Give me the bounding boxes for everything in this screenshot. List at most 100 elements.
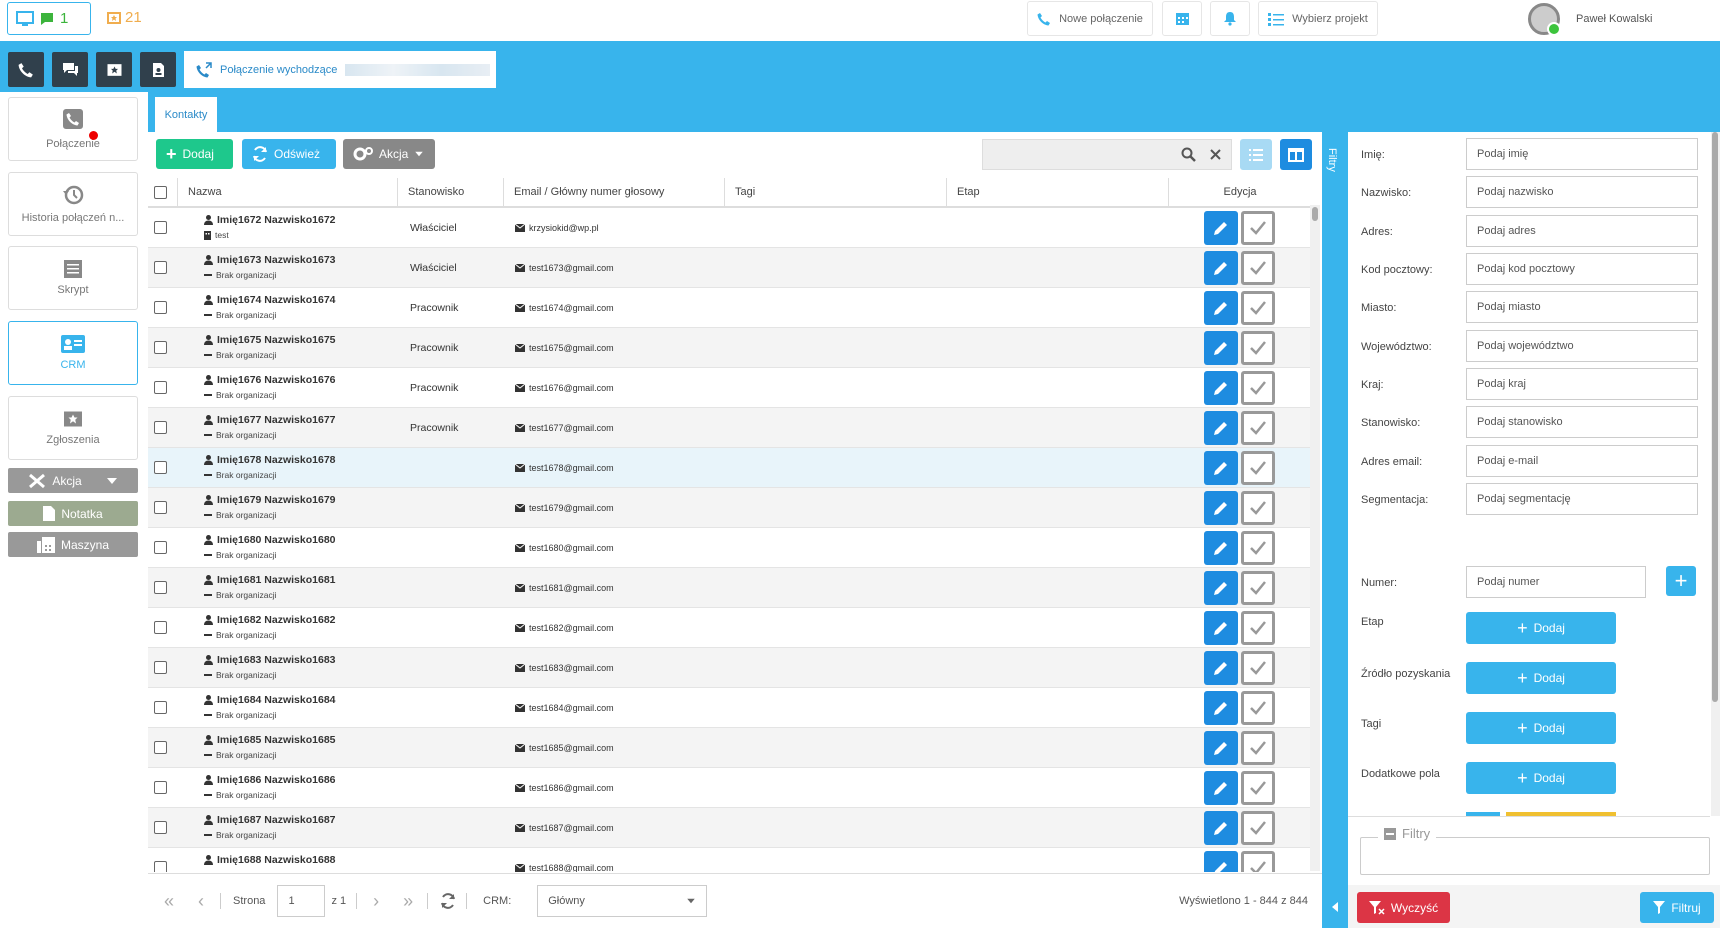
add-source-button[interactable]: + Dodaj <box>1466 662 1616 694</box>
sidebar-item-historia[interactable]: Historia połączeń n... <box>8 172 138 236</box>
contact-name[interactable]: Imię1687 Nazwisko1687 <box>217 814 336 826</box>
row-checkbox[interactable] <box>154 221 167 234</box>
filter-input[interactable]: Podaj kod pocztowy <box>1466 253 1698 285</box>
select-task-button[interactable] <box>1241 291 1275 325</box>
edit-button[interactable] <box>1204 331 1238 365</box>
select-task-button[interactable] <box>1241 611 1275 645</box>
contact-name[interactable]: Imię1674 Nazwisko1674 <box>217 294 336 306</box>
tickets-indicator[interactable]: 21 <box>107 9 142 26</box>
phone-tab-button[interactable] <box>8 52 44 87</box>
contact-card-tab-button[interactable] <box>140 52 176 87</box>
edit-button[interactable] <box>1204 211 1238 245</box>
crm-select[interactable]: Główny <box>537 885 708 917</box>
edit-button[interactable] <box>1204 731 1238 765</box>
filter-input[interactable]: Podaj województwo <box>1466 330 1698 362</box>
row-checkbox[interactable] <box>154 821 167 834</box>
search-icon[interactable] <box>1181 147 1196 162</box>
table-row[interactable]: Imię1674 Nazwisko1674 Brak organizacji Pra… <box>148 288 1312 328</box>
new-call-button[interactable]: Nowe połączenie <box>1027 1 1153 36</box>
table-row[interactable]: Imię1679 Nazwisko1679 Brak organizacji tes… <box>148 488 1312 528</box>
add-tag-button[interactable]: + Dodaj <box>1466 712 1616 744</box>
row-checkbox[interactable] <box>154 301 167 314</box>
edit-button[interactable] <box>1204 451 1238 485</box>
close-icon[interactable] <box>1210 149 1221 160</box>
table-row[interactable]: Imię1688 Nazwisko1688 test1688@gmail.com <box>148 848 1312 872</box>
filter-input-numer[interactable]: Podaj numer <box>1466 566 1646 598</box>
select-task-button[interactable] <box>1241 411 1275 445</box>
table-row[interactable]: Imię1677 Nazwisko1677 Brak organizacji Pra… <box>148 408 1312 448</box>
select-task-button[interactable] <box>1241 691 1275 725</box>
calendar-button[interactable] <box>1162 1 1202 36</box>
first-page-icon[interactable]: « <box>164 891 174 912</box>
filter-input[interactable]: Podaj e-mail <box>1466 445 1698 477</box>
contact-name[interactable]: Imię1679 Nazwisko1679 <box>217 494 336 506</box>
select-task-button[interactable] <box>1241 211 1275 245</box>
contact-name[interactable]: Imię1677 Nazwisko1677 <box>217 414 336 426</box>
add-stage-button[interactable]: + Dodaj <box>1466 612 1616 644</box>
row-checkbox[interactable] <box>154 341 167 354</box>
row-checkbox[interactable] <box>154 461 167 474</box>
contact-name[interactable]: Imię1685 Nazwisko1685 <box>217 734 336 746</box>
edit-button[interactable] <box>1204 371 1238 405</box>
apply-filters-button[interactable]: Filtruj <box>1640 892 1714 923</box>
column-header-stage[interactable]: Etap <box>947 178 1169 206</box>
table-row[interactable]: Imię1687 Nazwisko1687 Brak organizacji tes… <box>148 808 1312 848</box>
select-task-button[interactable] <box>1241 371 1275 405</box>
row-checkbox[interactable] <box>154 741 167 754</box>
grid-view-button[interactable] <box>1280 139 1312 170</box>
column-header-tags[interactable]: Tagi <box>725 178 947 206</box>
edit-button[interactable] <box>1204 811 1238 845</box>
status-indicator[interactable]: 1 <box>7 2 91 35</box>
row-checkbox[interactable] <box>154 421 167 434</box>
filter-input[interactable]: Podaj miasto <box>1466 291 1698 323</box>
filters-toggle-strip[interactable] <box>1322 132 1348 928</box>
edit-button[interactable] <box>1204 411 1238 445</box>
contact-name[interactable]: Imię1686 Nazwisko1686 <box>217 774 336 786</box>
edit-button[interactable] <box>1204 291 1238 325</box>
sidebar-item-skrypt[interactable]: Skrypt <box>8 246 138 310</box>
table-scrollbar[interactable] <box>1310 205 1320 871</box>
scrollbar-thumb[interactable] <box>1712 132 1718 702</box>
refresh-button[interactable]: Odśwież <box>242 139 336 169</box>
action-dropdown-button[interactable]: Akcja <box>343 139 435 169</box>
filter-input[interactable]: Podaj kraj <box>1466 368 1698 400</box>
edit-button[interactable] <box>1204 251 1238 285</box>
page-input[interactable]: 1 <box>277 885 326 917</box>
sidebar-item-zgloszenia[interactable]: Zgłoszenia <box>8 396 138 460</box>
table-row[interactable]: Imię1685 Nazwisko1685 Brak organizacji tes… <box>148 728 1312 768</box>
edit-button[interactable] <box>1204 651 1238 685</box>
row-checkbox[interactable] <box>154 621 167 634</box>
row-checkbox[interactable] <box>154 861 167 872</box>
search-input[interactable] <box>982 139 1232 170</box>
edit-button[interactable] <box>1204 851 1238 872</box>
contact-name[interactable]: Imię1684 Nazwisko1684 <box>217 694 336 706</box>
edit-button[interactable] <box>1204 531 1238 565</box>
row-checkbox[interactable] <box>154 661 167 674</box>
column-header-name[interactable]: Nazwa <box>178 178 398 206</box>
row-checkbox[interactable] <box>154 581 167 594</box>
active-filters-legend[interactable]: Filtry <box>1378 826 1437 841</box>
edit-button[interactable] <box>1204 771 1238 805</box>
filters-scrollbar[interactable] <box>1711 132 1720 816</box>
table-row[interactable]: Imię1683 Nazwisko1683 Brak organizacji tes… <box>148 648 1312 688</box>
row-checkbox[interactable] <box>154 781 167 794</box>
contact-name[interactable]: Imię1678 Nazwisko1678 <box>217 454 336 466</box>
table-row[interactable]: Imię1686 Nazwisko1686 Brak organizacji tes… <box>148 768 1312 808</box>
contact-name[interactable]: Imię1682 Nazwisko1682 <box>217 614 336 626</box>
select-project-button[interactable]: Wybierz projekt <box>1258 1 1378 36</box>
select-task-button[interactable] <box>1241 811 1275 845</box>
refresh-icon[interactable] <box>440 893 456 909</box>
column-header-position[interactable]: Stanowisko <box>398 178 504 206</box>
clear-filters-button[interactable]: Wyczyść <box>1357 892 1450 923</box>
select-all-checkbox[interactable] <box>154 185 167 199</box>
table-row[interactable]: Imię1675 Nazwisko1675 Brak organizacji Pra… <box>148 328 1312 368</box>
outgoing-call-tab[interactable]: Połączenie wychodzące <box>184 51 496 88</box>
table-row[interactable]: Imię1676 Nazwisko1676 Brak organizacji Pra… <box>148 368 1312 408</box>
sidebar-fax-button[interactable]: Maszyna <box>8 532 138 557</box>
user-menu[interactable]: Paweł Kowalski <box>1528 3 1652 36</box>
contact-name[interactable]: Imię1683 Nazwisko1683 <box>217 654 336 666</box>
filter-input[interactable]: Podaj imię <box>1466 138 1698 170</box>
edit-button[interactable] <box>1204 571 1238 605</box>
ticket-tab-button[interactable] <box>96 52 132 87</box>
select-task-button[interactable] <box>1241 531 1275 565</box>
